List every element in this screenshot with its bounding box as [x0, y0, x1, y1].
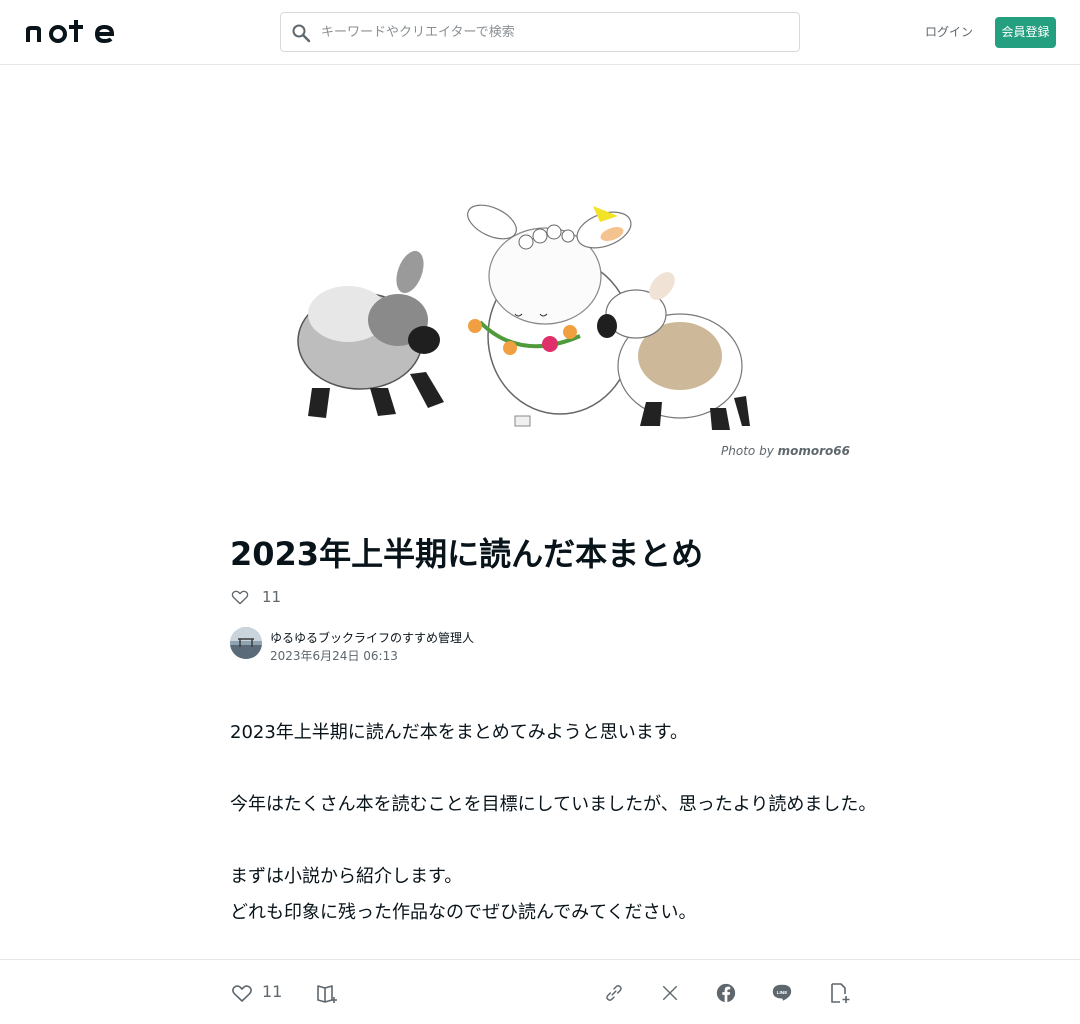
photo-credit: Photo by momoro66	[721, 444, 850, 458]
login-button[interactable]: ログイン	[922, 20, 976, 44]
svg-text:LINE: LINE	[777, 990, 788, 996]
magazine-add-icon	[317, 985, 337, 1003]
note-logo[interactable]	[24, 20, 124, 44]
heart-icon	[232, 985, 252, 1002]
heart-icon[interactable]	[230, 587, 250, 607]
like-button[interactable]	[229, 980, 255, 1006]
photo-credit-prefix: Photo by	[721, 444, 774, 458]
photo-credit-author[interactable]: momoro66	[778, 444, 850, 458]
facebook-icon	[716, 983, 736, 1003]
line-icon: LINE	[772, 984, 792, 1001]
paragraph: 2023年上半期に読んだ本をまとめてみようと思います。	[230, 722, 689, 743]
paragraph: まずは小説から紹介します。	[230, 866, 463, 887]
hero-illustration	[297, 204, 750, 430]
avatar[interactable]	[230, 627, 262, 659]
paragraph: どれも印象に残った作品なのでぜひ読んでみてください。	[230, 902, 697, 923]
search-icon	[292, 24, 311, 43]
share-line-button[interactable]: LINE	[769, 980, 795, 1006]
x-icon	[662, 985, 678, 1001]
add-to-magazine-button[interactable]	[314, 980, 340, 1006]
like-count: 11	[262, 588, 282, 606]
article-title: 2023年上半期に読んだ本まとめ	[230, 535, 704, 573]
like-row: 11	[230, 586, 281, 608]
search-input[interactable]	[321, 13, 791, 51]
share-facebook-button[interactable]	[713, 980, 739, 1006]
note-add-icon	[831, 983, 850, 1003]
site-header: ログイン 会員登録	[0, 0, 1080, 65]
share-x-button[interactable]	[657, 980, 683, 1006]
signup-button[interactable]: 会員登録	[995, 17, 1056, 48]
link-icon	[606, 985, 622, 1001]
search-box[interactable]	[280, 12, 800, 52]
copy-link-button[interactable]	[601, 980, 627, 1006]
bottom-like-count: 11	[262, 982, 283, 1001]
bottom-action-bar: 11 LINE	[0, 959, 1080, 1024]
post-date: 2023年6月24日 06:13	[270, 649, 398, 663]
author-name[interactable]: ゆるゆるブックライフのすすめ管理人	[270, 629, 474, 646]
paragraph: 今年はたくさん本を読むことを目標にしていましたが、思ったより読めました。	[230, 794, 877, 815]
save-note-button[interactable]	[826, 980, 852, 1006]
